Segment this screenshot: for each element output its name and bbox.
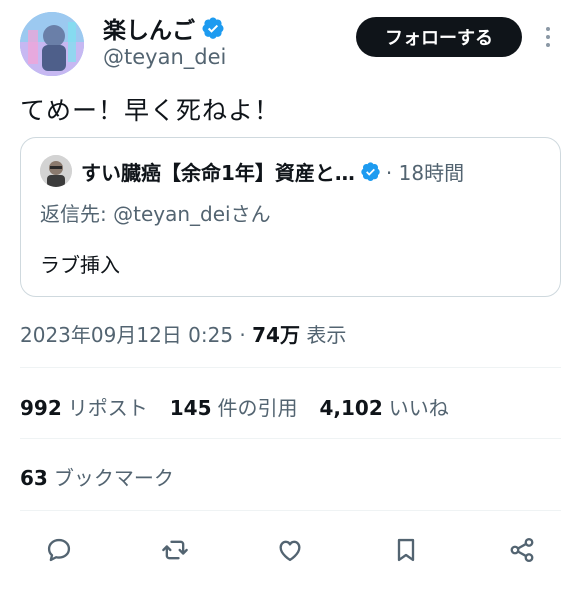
- reply-icon[interactable]: [43, 534, 75, 566]
- bookmark-icon[interactable]: [390, 534, 422, 566]
- reply-mention: @teyan_dei: [113, 202, 231, 226]
- verified-badge-icon: [202, 17, 224, 39]
- bookmarks-stat[interactable]: 63 ブックマーク: [20, 462, 174, 491]
- author-avatar[interactable]: [20, 12, 84, 76]
- likes-count: 4,102: [319, 396, 383, 420]
- action-bar: [0, 530, 580, 570]
- tweet-detail: 楽しんご @teyan_dei フォローする てめー！早く死ねよ！ すい臓癌【余…: [0, 0, 580, 589]
- quoted-reply-to: 返信先: @teyan_deiさん: [40, 198, 271, 227]
- quoted-display-name: すい臓癌【余命1年】資産と…: [81, 161, 355, 185]
- author-handle[interactable]: @teyan_dei: [103, 45, 226, 69]
- tweet-meta: 2023年09月12日 0:25 · 74万 表示: [20, 319, 346, 348]
- views-count: 74万: [252, 323, 300, 347]
- views-label: 表示: [299, 323, 347, 347]
- reposts-count: 992: [20, 396, 62, 420]
- reply-suffix: さん: [230, 202, 271, 226]
- likes-label: いいね: [388, 396, 449, 420]
- share-icon[interactable]: [506, 534, 538, 566]
- reposts-stat[interactable]: 992 リポスト: [20, 392, 148, 421]
- more-dot: [546, 43, 550, 47]
- more-options-icon[interactable]: [538, 22, 558, 52]
- divider: [20, 438, 561, 439]
- more-dot: [546, 27, 550, 31]
- tweet-text: てめー！早く死ねよ！: [20, 96, 281, 125]
- reposts-label: リポスト: [67, 396, 148, 420]
- quotes-count: 145: [169, 396, 212, 420]
- divider: [20, 510, 561, 511]
- tweet-header: 楽しんご @teyan_dei フォローする: [0, 0, 580, 90]
- more-dot: [546, 35, 550, 39]
- quotes-stat[interactable]: 145 件の引用: [170, 392, 298, 421]
- reply-prefix: 返信先:: [40, 202, 114, 226]
- bookmarks-label: ブックマーク: [53, 466, 174, 490]
- quoted-verified-badge-icon: [361, 162, 380, 181]
- tweet-datetime[interactable]: 2023年09月12日 0:25 ·: [20, 323, 252, 347]
- quoted-avatar-image: [40, 155, 72, 187]
- follow-button[interactable]: フォローする: [356, 17, 522, 57]
- author-display-name[interactable]: 楽しんご: [103, 11, 195, 45]
- avatar-image: [20, 12, 84, 76]
- bookmarks-count: 63: [20, 466, 48, 490]
- engagement-stats: 992 リポスト 145 件の引用 4,102 いいね: [20, 392, 471, 421]
- quoted-tweet-card[interactable]: すい臓癌【余命1年】資産と… · 18時間 返信先: @teyan_deiさん …: [20, 137, 561, 297]
- divider: [20, 367, 561, 368]
- quoted-timestamp: · 18時間: [385, 161, 465, 185]
- repost-icon[interactable]: [159, 534, 191, 566]
- like-icon[interactable]: [274, 534, 306, 566]
- author-name-row: 楽しんご: [103, 11, 225, 45]
- likes-stat[interactable]: 4,102 いいね: [320, 392, 449, 421]
- quoted-name-row: すい臓癌【余命1年】資産と… · 18時間: [81, 157, 464, 186]
- quoted-tweet-text: ラブ挿入: [40, 253, 120, 277]
- quotes-label: 件の引用: [217, 396, 298, 420]
- quoted-author-avatar: [40, 155, 72, 187]
